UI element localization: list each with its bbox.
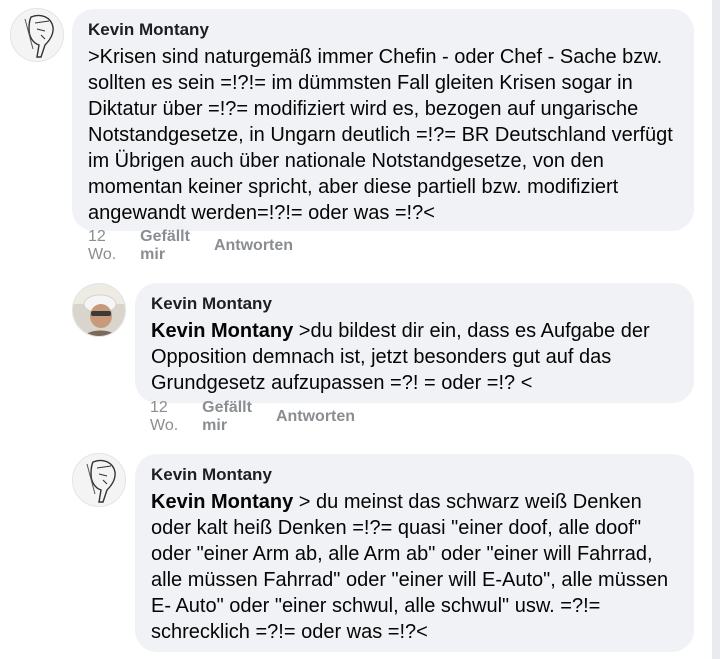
comment-body: > du meinst das schwarz weiß Denken oder… [151, 491, 669, 643]
sketch-face-icon [11, 9, 63, 61]
avatar[interactable] [72, 453, 126, 507]
comment-author[interactable]: Kevin Montany [88, 19, 678, 41]
comment-bubble: Kevin Montany >Krisen sind naturgemäß im… [72, 9, 694, 231]
reply-button[interactable]: Antworten [276, 408, 355, 426]
avatar[interactable] [10, 8, 64, 62]
comment-text: Kevin Montany > du meinst das schwarz we… [151, 489, 678, 645]
like-button[interactable]: Gefällt mir [202, 399, 252, 435]
comment-author[interactable]: Kevin Montany [151, 293, 678, 315]
comment-text: >Krisen sind naturgemäß immer Chefin - o… [88, 46, 673, 224]
mention-link[interactable]: Kevin Montany [151, 491, 293, 513]
reply-button[interactable]: Antworten [214, 237, 293, 255]
mention-link[interactable]: Kevin Montany [151, 320, 293, 342]
comment-author[interactable]: Kevin Montany [151, 464, 678, 486]
comment-actions: 12 Wo. Gefällt mir Antworten [88, 228, 293, 263]
comment-text: Kevin Montany >du bildest dir ein, dass … [151, 318, 678, 396]
scrollbar-track[interactable] [712, 0, 720, 659]
comment-actions: 12 Wo. Gefällt mir Antworten [150, 399, 355, 434]
comment-bubble: Kevin Montany Kevin Montany >du bildest … [135, 283, 694, 403]
comment-time[interactable]: 12 Wo. [88, 228, 116, 264]
like-button[interactable]: Gefällt mir [140, 228, 190, 264]
sketch-face-icon [73, 454, 125, 506]
comment-time[interactable]: 12 Wo. [150, 399, 178, 435]
comment-bubble: Kevin Montany Kevin Montany > du meinst … [135, 454, 694, 652]
avatar[interactable] [72, 283, 126, 337]
photo-avatar-icon [73, 284, 125, 336]
